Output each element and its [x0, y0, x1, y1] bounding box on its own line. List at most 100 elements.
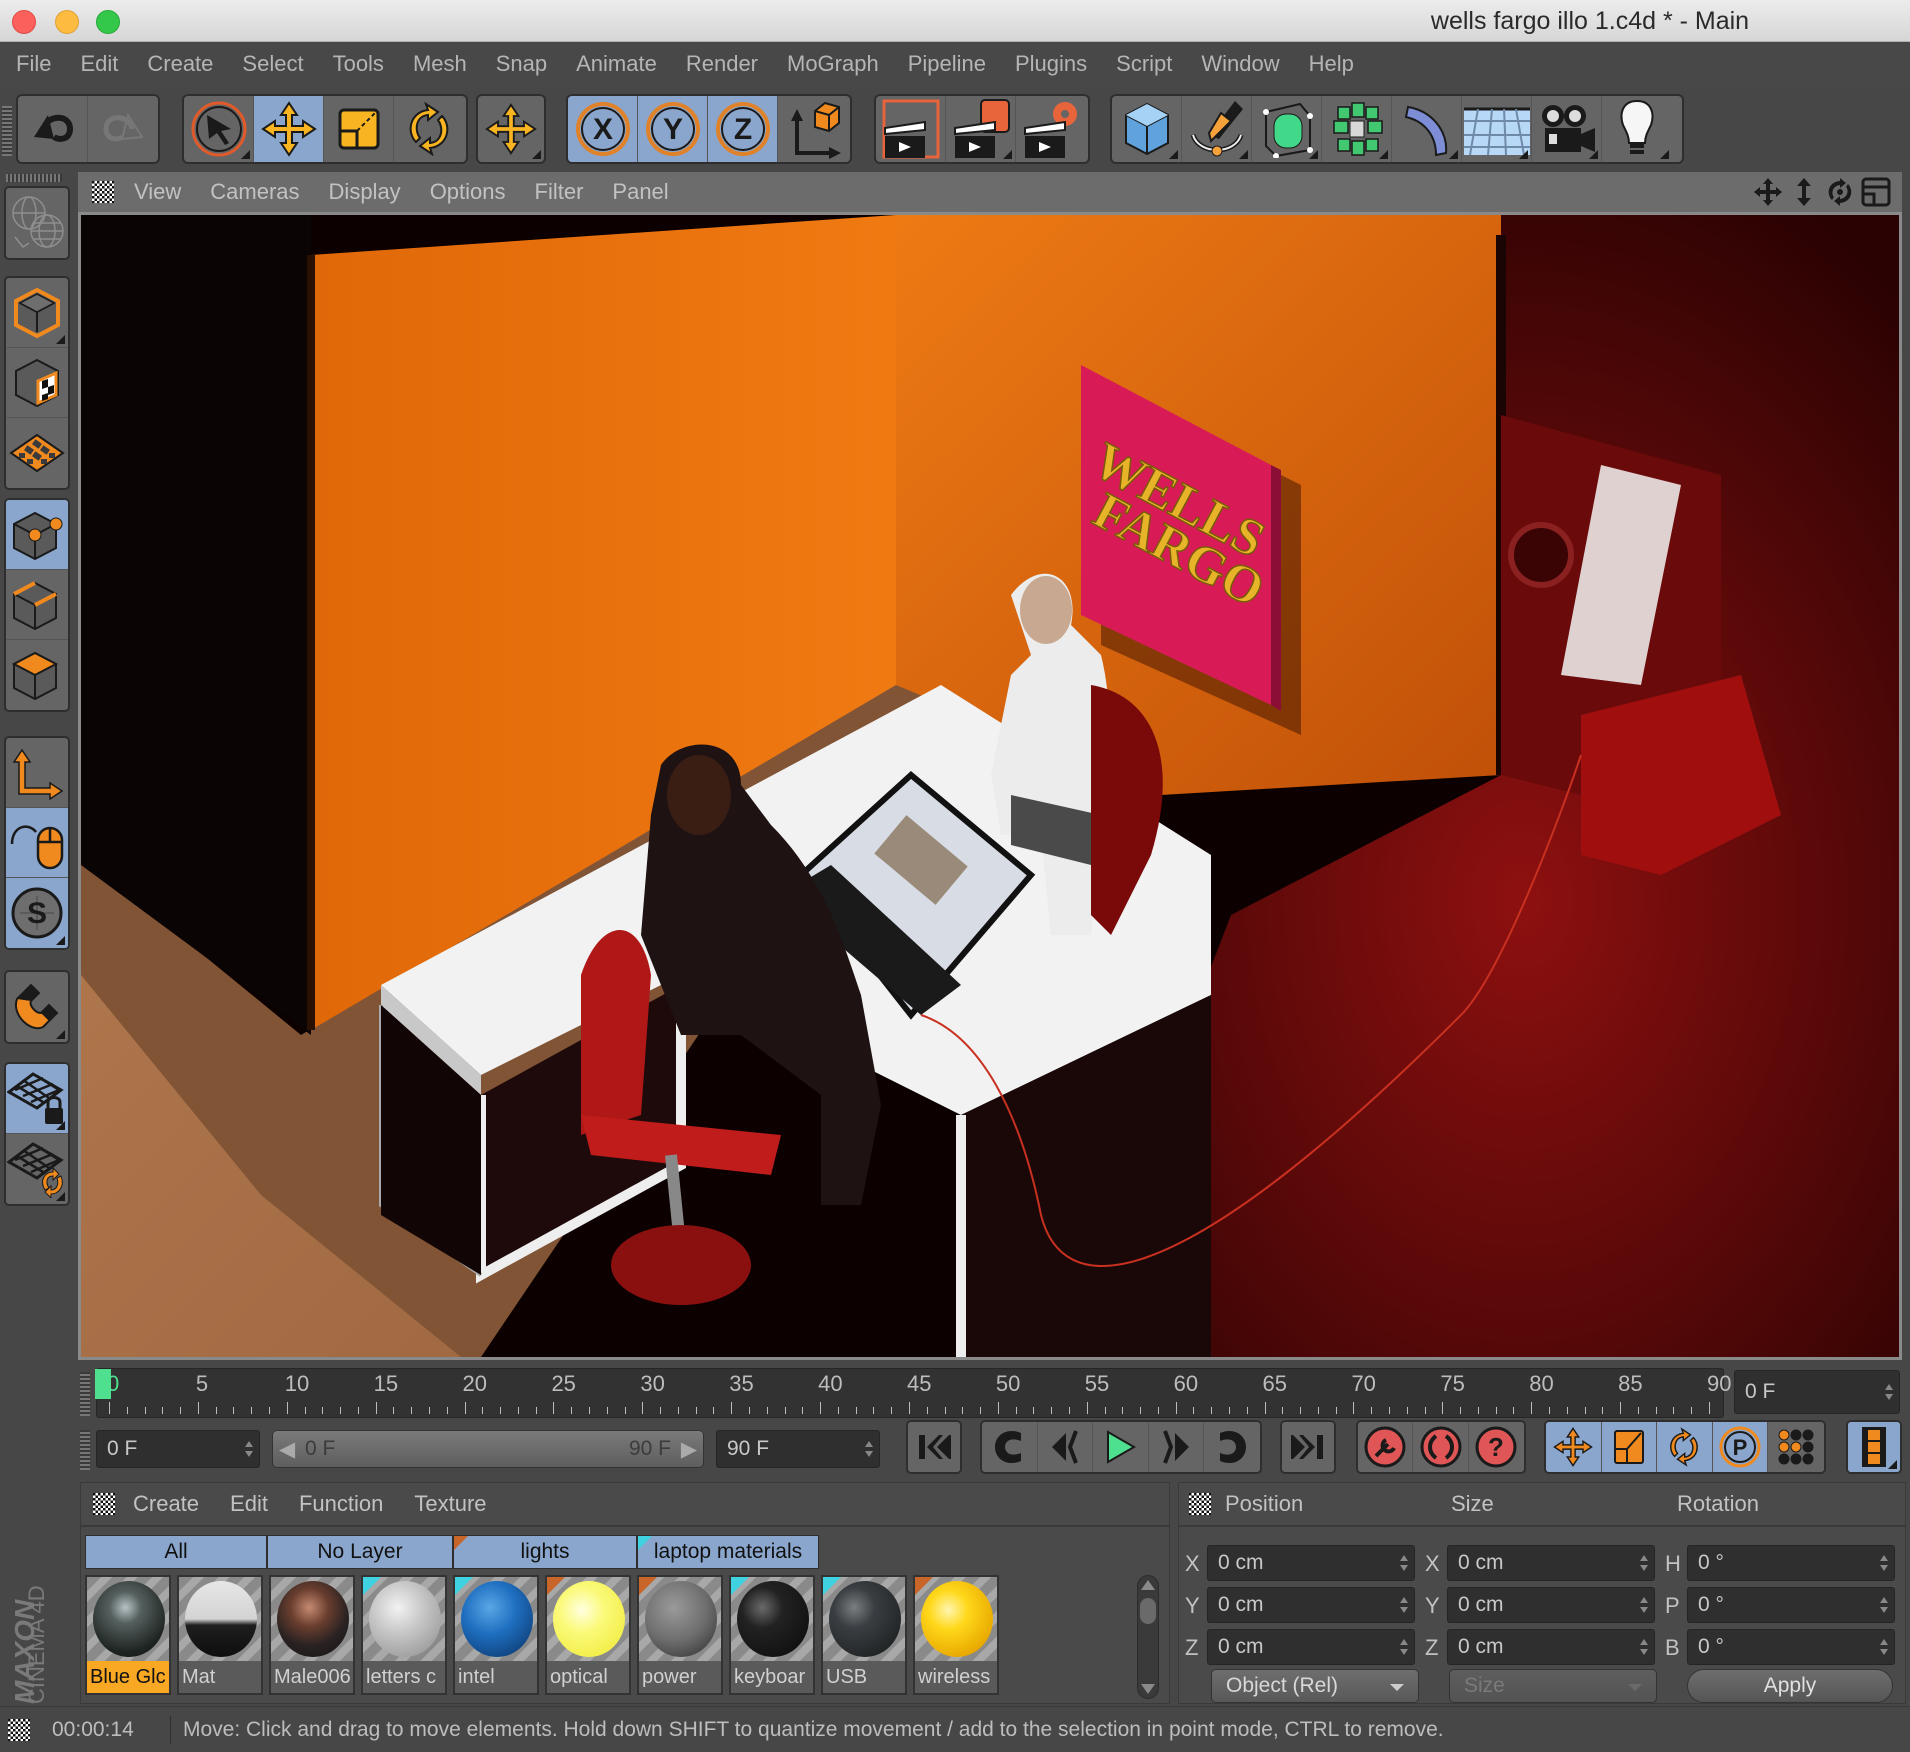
autokeying-button[interactable] [1413, 1422, 1469, 1472]
scheme-settings-button[interactable] [1848, 1422, 1900, 1472]
max-frame-spinner[interactable] [865, 1441, 873, 1457]
toolbar-grip[interactable] [2, 106, 12, 156]
material-item[interactable]: letters c [361, 1575, 447, 1695]
rotation-spinner[interactable] [1880, 1597, 1888, 1613]
viewport-menu-panel[interactable]: Panel [612, 179, 668, 205]
coordinate-manager-grip[interactable] [1189, 1493, 1211, 1515]
maximize-window-button[interactable] [96, 10, 120, 34]
menu-tools[interactable]: Tools [333, 51, 384, 77]
menu-mesh[interactable]: Mesh [413, 51, 467, 77]
material-item[interactable]: intel [453, 1575, 539, 1695]
minimize-window-button[interactable] [55, 10, 79, 34]
add-mograph-button[interactable] [1322, 96, 1392, 162]
position-spinner[interactable] [1400, 1597, 1408, 1613]
coordinate-system-button[interactable] [778, 96, 848, 162]
palette-grip[interactable] [6, 174, 62, 182]
next-frame-button[interactable] [1149, 1422, 1205, 1472]
tweak-mode-button[interactable] [6, 808, 68, 878]
key-rotation-button[interactable] [1657, 1422, 1713, 1472]
size-field[interactable]: 0 cm [1447, 1629, 1655, 1665]
previous-frame-button[interactable] [1038, 1422, 1094, 1472]
texture-mode-button[interactable] [6, 348, 68, 418]
add-camera-button[interactable] [1532, 96, 1602, 162]
menu-pipeline[interactable]: Pipeline [908, 51, 986, 77]
pan-icon[interactable] [1752, 176, 1784, 208]
layer-tab[interactable]: No Layer [267, 1535, 453, 1569]
go-to-end-button[interactable] [1282, 1422, 1334, 1472]
menu-select[interactable]: Select [242, 51, 303, 77]
viewport-menu-cameras[interactable]: Cameras [210, 179, 299, 205]
current-frame-spinner[interactable] [1885, 1384, 1893, 1400]
menu-window[interactable]: Window [1201, 51, 1279, 77]
z-axis-lock-button[interactable]: Z [708, 96, 778, 162]
layer-tab[interactable]: laptop materials [637, 1535, 819, 1569]
scroll-down-icon[interactable] [1141, 1684, 1155, 1694]
position-field[interactable]: 0 cm [1207, 1587, 1415, 1623]
render-view-button[interactable] [876, 96, 946, 162]
key-position-button[interactable] [1546, 1422, 1602, 1472]
material-item[interactable]: Mat [177, 1575, 263, 1695]
material-menu-texture[interactable]: Texture [414, 1491, 486, 1517]
layer-tab[interactable]: lights [453, 1535, 637, 1569]
min-frame-field[interactable]: 0 F [96, 1430, 260, 1468]
toggle-layout-icon[interactable] [1860, 176, 1892, 208]
zoom-icon[interactable] [1788, 176, 1820, 208]
material-item[interactable]: keyboar [729, 1575, 815, 1695]
material-item[interactable]: Male006 [269, 1575, 355, 1695]
viewport-menu-options[interactable]: Options [430, 179, 506, 205]
size-field[interactable]: 0 cm [1447, 1545, 1655, 1581]
add-spline-button[interactable] [1182, 96, 1252, 162]
render-settings-button[interactable] [1016, 96, 1086, 162]
lock-workplane-button[interactable] [6, 1064, 68, 1134]
min-frame-spinner[interactable] [245, 1441, 253, 1457]
viewport[interactable]: WELLS FARGO [78, 212, 1902, 1360]
snapping-button[interactable] [6, 972, 68, 1042]
viewport-scene[interactable]: WELLS FARGO [81, 215, 1899, 1357]
model-mode-button[interactable] [6, 278, 68, 348]
rotate-tool-button[interactable] [394, 96, 464, 162]
add-deformer-button[interactable] [1392, 96, 1462, 162]
position-spinner[interactable] [1400, 1639, 1408, 1655]
menu-plugins[interactable]: Plugins [1015, 51, 1087, 77]
axis-mode-button[interactable] [6, 738, 68, 808]
scroll-thumb[interactable] [1140, 1598, 1156, 1624]
points-mode-button[interactable] [6, 500, 68, 570]
orbit-icon[interactable] [1824, 176, 1856, 208]
previous-key-button[interactable] [982, 1422, 1038, 1472]
menu-render[interactable]: Render [686, 51, 758, 77]
play-button[interactable] [1093, 1422, 1149, 1472]
make-editable-button[interactable] [6, 188, 68, 258]
status-bar-grip[interactable] [8, 1718, 30, 1741]
redo-button[interactable] [88, 96, 158, 162]
material-item[interactable]: power [637, 1575, 723, 1695]
size-spinner[interactable] [1640, 1597, 1648, 1613]
rotation-spinner[interactable] [1880, 1639, 1888, 1655]
coordinate-mode-dropdown[interactable]: Object (Rel) [1211, 1669, 1419, 1703]
align-workplane-button[interactable] [6, 1134, 68, 1204]
workplane-mode-button[interactable] [6, 418, 68, 488]
position-field[interactable]: 0 cm [1207, 1545, 1415, 1581]
material-menu-edit[interactable]: Edit [230, 1491, 268, 1517]
record-active-objects-button[interactable] [1358, 1422, 1414, 1472]
range-right-arrow-icon[interactable]: ▶ [681, 1437, 697, 1462]
solo-mode-button[interactable]: S [6, 878, 68, 948]
menu-help[interactable]: Help [1309, 51, 1354, 77]
material-menu-create[interactable]: Create [133, 1491, 199, 1517]
add-cube-button[interactable] [1112, 96, 1182, 162]
menu-mograph[interactable]: MoGraph [787, 51, 879, 77]
key-parameter-button[interactable]: P [1712, 1422, 1769, 1472]
menu-create[interactable]: Create [147, 51, 213, 77]
keyframe-selection-button[interactable]: ? [1469, 1422, 1524, 1472]
rotation-field[interactable]: 0 ° [1687, 1629, 1895, 1665]
material-item[interactable]: wireless [913, 1575, 999, 1695]
render-to-picture-viewer-button[interactable] [946, 96, 1016, 162]
material-item[interactable]: USB [821, 1575, 907, 1695]
edges-mode-button[interactable] [6, 570, 68, 640]
size-spinner[interactable] [1640, 1555, 1648, 1571]
material-manager-grip[interactable] [93, 1493, 115, 1515]
viewport-menu-display[interactable]: Display [329, 179, 401, 205]
layer-tab[interactable]: All [85, 1535, 267, 1569]
menu-animate[interactable]: Animate [576, 51, 657, 77]
current-frame-field[interactable]: 0 F [1734, 1370, 1900, 1414]
max-frame-field[interactable]: 90 F [716, 1430, 880, 1468]
